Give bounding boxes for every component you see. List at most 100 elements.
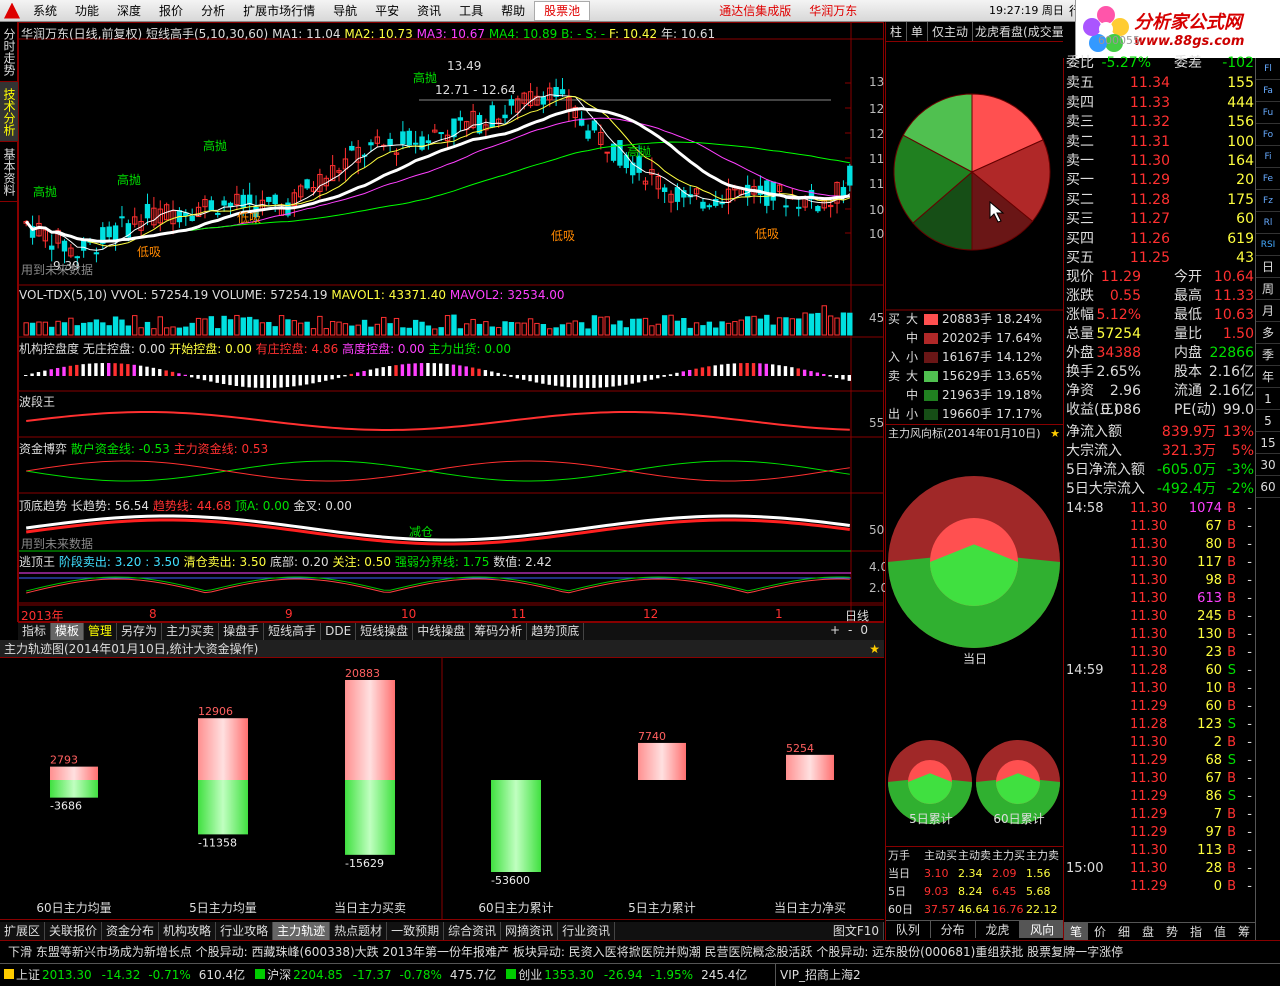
menu-item-system[interactable]: 系统 xyxy=(24,0,66,22)
tick-price: 11.30 xyxy=(1130,555,1168,570)
menu-item-analysis[interactable]: 分析 xyxy=(192,0,234,22)
kp-c: 有庄控盘: 4.86 xyxy=(255,342,339,356)
side-tool-RSI[interactable]: RSI xyxy=(1256,234,1280,256)
menu-item-depth[interactable]: 深度 xyxy=(108,0,150,22)
side-tool-Fo[interactable]: Fo xyxy=(1256,124,1280,146)
side-tool-季[interactable]: 季 xyxy=(1256,344,1280,366)
news-ticker[interactable]: 下滑 东盟等新兴市场成为新增长点 个股异动: 西藏珠峰(600338)大跌 20… xyxy=(0,940,1280,962)
flow-size: 大 xyxy=(906,369,919,383)
tab-consensus[interactable]: 一致预期 xyxy=(387,922,445,940)
menu-item-tools[interactable]: 工具 xyxy=(450,0,492,22)
tab-short-master[interactable]: 短线高手 xyxy=(264,623,322,640)
tick-side: B xyxy=(1227,825,1236,840)
tick-side: B xyxy=(1227,879,1236,894)
tab-hot-topic[interactable]: 热点题材 xyxy=(330,922,388,940)
tick-side: B xyxy=(1227,699,1236,714)
tab-technical[interactable]: 技术分析 xyxy=(0,82,18,142)
menu-item-stock-pool[interactable]: 股票池 xyxy=(534,0,591,21)
tab-template[interactable]: 模板 xyxy=(51,623,85,640)
tab-value[interactable]: 值 xyxy=(1208,923,1232,940)
ticker-text[interactable]: 下滑 东盟等新兴市场成为新增长点 个股异动: 西藏珠峰(600338)大跌 20… xyxy=(0,945,1123,959)
side-tool-Fz[interactable]: Fz xyxy=(1256,190,1280,212)
side-tool-5[interactable]: 5 xyxy=(1256,410,1280,432)
zoom-controls[interactable]: +-0 xyxy=(830,623,884,640)
side-tool-1[interactable]: 1 xyxy=(1256,388,1280,410)
side-tool-30[interactable]: 30 xyxy=(1256,454,1280,476)
menu-item-function[interactable]: 功能 xyxy=(66,0,108,22)
tab-distribution[interactable]: 分布 xyxy=(931,921,976,938)
side-tool-周[interactable]: 周 xyxy=(1256,278,1280,300)
ask-volume: 156 xyxy=(1227,114,1254,130)
tab-general-news[interactable]: 综合资讯 xyxy=(444,922,502,940)
tab-tick[interactable]: 笔 xyxy=(1064,923,1088,940)
tab-short-trade[interactable]: 短线操盘 xyxy=(356,623,414,640)
tab-bar[interactable]: 柱 xyxy=(886,22,908,41)
track-title: 主力轨迹图(2014年01月10日,统计大资金操作) xyxy=(4,642,259,656)
tab-book[interactable]: 盘 xyxy=(1136,923,1160,940)
side-tool-Fl[interactable]: Fl xyxy=(1256,58,1280,80)
side-tool-Fe[interactable]: Fe xyxy=(1256,168,1280,190)
control-bar xyxy=(247,375,251,388)
volume-bar xyxy=(259,322,266,336)
side-tool-60[interactable]: 60 xyxy=(1256,476,1280,498)
tab-inst-strategy[interactable]: 机构攻略 xyxy=(159,922,217,940)
tick-volume: 130 xyxy=(1197,627,1222,642)
tab-wind[interactable]: 风向 xyxy=(1020,921,1064,938)
technical-chart[interactable]: 华润万东(日线,前复权) 短线高手(5,10,30,60) MA1: 11.04… xyxy=(18,22,907,623)
menu-item-pingan[interactable]: 平安 xyxy=(366,0,408,22)
side-tool-日[interactable]: 日 xyxy=(1256,256,1280,278)
tab-dragon[interactable]: 龙虎 xyxy=(976,921,1021,938)
menu-item-quote[interactable]: 报价 xyxy=(150,0,192,22)
tab-related-quote[interactable]: 关联报价 xyxy=(45,922,103,940)
tab-single[interactable]: 单 xyxy=(907,22,929,41)
stat-label: 涨跌 xyxy=(1066,288,1094,304)
side-tool-年[interactable]: 年 xyxy=(1256,366,1280,388)
tab-trader[interactable]: 操盘手 xyxy=(219,623,265,640)
tab-fund-dist[interactable]: 资金分布 xyxy=(102,922,160,940)
tab-fundamental[interactable]: 基本资料 xyxy=(0,142,18,202)
side-tool-Fi[interactable]: Fi xyxy=(1256,146,1280,168)
tab-save-as[interactable]: 另存为 xyxy=(117,623,163,640)
side-tool-Fu[interactable]: Fu xyxy=(1256,102,1280,124)
tab-main-track[interactable]: 主力轨迹 xyxy=(273,922,331,940)
tab-price[interactable]: 价 xyxy=(1088,923,1112,940)
track-value-down: -53600 xyxy=(491,874,530,887)
tab-f10[interactable]: 图文F10 xyxy=(829,922,884,940)
side-tool-多[interactable]: 多 xyxy=(1256,322,1280,344)
menu-item-help[interactable]: 帮助 xyxy=(492,0,534,22)
side-tool-Fa[interactable]: Fa xyxy=(1256,80,1280,102)
tab-intraday[interactable]: 分时走势 xyxy=(0,22,18,82)
tab-industry-news[interactable]: 行业资讯 xyxy=(558,922,616,940)
tab-main-trade[interactable]: 主力买卖 xyxy=(162,623,220,640)
menu-item-news[interactable]: 资讯 xyxy=(408,0,450,22)
tab-manage[interactable]: 管理 xyxy=(84,623,118,640)
tab-indicator[interactable]: 指标 xyxy=(18,623,52,640)
tab-trend-top[interactable]: 趋势顶底 xyxy=(527,623,585,640)
side-tool-15[interactable]: 15 xyxy=(1256,432,1280,454)
menu-item-ext-market[interactable]: 扩展市场行情 xyxy=(234,0,324,22)
tab-mid-trade[interactable]: 中线操盘 xyxy=(413,623,471,640)
tab-detail[interactable]: 细 xyxy=(1112,923,1136,940)
volume-bar xyxy=(336,321,342,336)
star-icon[interactable]: ★ xyxy=(1050,425,1060,443)
menu-item-nav[interactable]: 导航 xyxy=(324,0,366,22)
tab-industry-strategy[interactable]: 行业攻略 xyxy=(216,922,274,940)
tab-active-only[interactable]: 仅主动 xyxy=(928,22,974,41)
side-tool-Rl[interactable]: Rl xyxy=(1256,212,1280,234)
tab-chips-r[interactable]: 筹 xyxy=(1232,923,1256,940)
tab-ext-area[interactable]: 扩展区 xyxy=(0,922,46,940)
side-tool-月[interactable]: 月 xyxy=(1256,300,1280,322)
control-bar xyxy=(55,367,60,376)
bid-label: 买一 xyxy=(1066,172,1094,188)
tab-chips[interactable]: 筹码分析 xyxy=(470,623,528,640)
tab-index[interactable]: 指 xyxy=(1184,923,1208,940)
tab-dde[interactable]: DDE xyxy=(321,623,357,640)
chart-canvas[interactable] xyxy=(19,23,883,621)
tab-web-news[interactable]: 网摘资讯 xyxy=(501,922,559,940)
tab-queue[interactable]: 队列 xyxy=(886,921,931,938)
control-bar xyxy=(624,375,628,385)
active-cell: 1.56 xyxy=(1026,867,1051,880)
star-icon[interactable]: ★ xyxy=(869,640,880,658)
tab-trend[interactable]: 势 xyxy=(1160,923,1184,940)
tab-dragon-tiger[interactable]: 龙虎看盘(成交量按 xyxy=(973,22,1063,41)
